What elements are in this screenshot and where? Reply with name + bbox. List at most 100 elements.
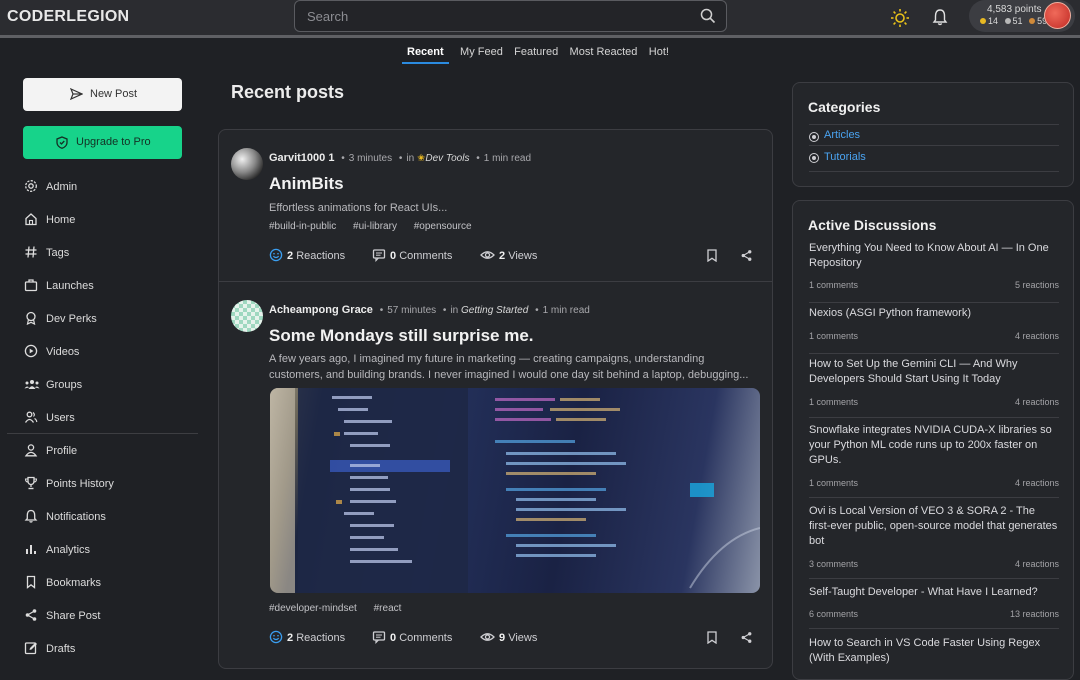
bookmark-icon[interactable] [706, 631, 718, 644]
tag[interactable]: #ui-library [353, 221, 397, 232]
discussion-comments: 6 comments [809, 609, 859, 619]
discussion-reactions: 4 reactions [1014, 331, 1059, 341]
post-meta: Acheampong Grace • 57 minutes • in Getting… [269, 304, 590, 316]
search-input[interactable]: Search [294, 0, 727, 32]
sidebar-item-bookmarks[interactable]: Bookmarks [24, 574, 194, 594]
discussion-title[interactable]: Snowflake integrates NVIDIA CUDA-X libra… [809, 423, 1059, 468]
sidebar-item-points-history[interactable]: Points History [24, 475, 194, 495]
sidebar-label: Analytics [46, 544, 91, 556]
radio-icon [809, 153, 819, 163]
comments-count: 0 [390, 250, 397, 262]
play-circle-icon [24, 344, 38, 358]
sidebar-item-analytics[interactable]: Analytics [24, 541, 194, 561]
bookmark-icon[interactable] [706, 249, 718, 262]
upgrade-pro-button[interactable]: Upgrade to Pro [23, 126, 182, 159]
discussion-item[interactable]: Ovi is Local Version of VEO 3 & SORA 2 -… [809, 504, 1059, 579]
discussion-item[interactable]: How to Search in VS Code Faster Using Re… [809, 636, 1059, 676]
discussion-item[interactable]: Snowflake integrates NVIDIA CUDA-X libra… [809, 423, 1059, 498]
discussion-item[interactable]: Self-Taught Developer - What Have I Lear… [809, 585, 1059, 629]
discussion-comments: 1 comments [809, 478, 859, 488]
reactions-label: Reactions [296, 250, 346, 262]
sidebar-label: Home [46, 214, 76, 226]
discussion-title[interactable]: Nexios (ASGI Python framework) [809, 306, 1059, 321]
category-articles[interactable]: Articles [809, 124, 1059, 146]
sidebar-item-dev-perks[interactable]: Dev Perks [24, 310, 194, 330]
share-icon[interactable] [740, 249, 753, 262]
post-tags: #developer-mindset #react [269, 603, 415, 614]
tab-most-reacted[interactable]: Most Reacted [570, 46, 638, 62]
sidebar-item-users[interactable]: Users [24, 409, 194, 429]
sidebar-label: Dev Perks [46, 313, 97, 325]
bell-icon[interactable] [932, 8, 948, 26]
tab-recent[interactable]: Recent [402, 46, 449, 64]
discussion-item[interactable]: Nexios (ASGI Python framework) 1 comment… [809, 306, 1059, 354]
sidebar-divider [7, 433, 198, 434]
sidebar-item-notifications[interactable]: Notifications [24, 508, 194, 528]
badge-silver: 51 [1012, 16, 1023, 26]
tag[interactable]: #build-in-public [269, 221, 336, 232]
sidebar-item-drafts[interactable]: Drafts [24, 640, 194, 660]
share-icon[interactable] [740, 631, 753, 644]
discussion-title[interactable]: Ovi is Local Version of VEO 3 & SORA 2 -… [809, 504, 1059, 549]
reactions-label: Reactions [296, 632, 346, 644]
discussion-item[interactable]: Everything You Need to Know About AI — I… [809, 241, 1059, 303]
post-meta: Garvit1000 1 • 3 minutes • in ✬Dev Tools •… [269, 152, 532, 164]
logo[interactable]: CODERLEGION [7, 8, 129, 26]
points-label: 4,583 points [987, 4, 1042, 15]
radio-icon [809, 132, 819, 142]
tab-hot[interactable]: Hot! [649, 46, 669, 62]
search-icon[interactable] [700, 8, 716, 24]
sidebar-item-launches[interactable]: Launches [24, 277, 194, 297]
tag[interactable]: #developer-mindset [269, 603, 357, 614]
reactions-button[interactable]: 2 Reactions [269, 630, 345, 644]
comments-button[interactable]: 0 Comments [372, 630, 452, 644]
edit-icon [24, 642, 37, 655]
post-cover-image[interactable] [270, 388, 760, 593]
discussion-item[interactable]: How to Set Up the Gemini CLI — And Why D… [809, 357, 1059, 418]
medal-icon [26, 311, 36, 325]
points-widget[interactable]: 4,583 points 14 51 59 [969, 0, 1075, 32]
views-indicator: 9 Views [480, 630, 537, 644]
new-post-button[interactable]: New Post [23, 78, 182, 111]
tab-featured[interactable]: Featured [514, 46, 558, 62]
sidebar-label: Groups [46, 379, 83, 391]
discussion-title[interactable]: How to Set Up the Gemini CLI — And Why D… [809, 357, 1059, 387]
discussion-comments: 1 comments [809, 397, 859, 407]
discussion-reactions: 5 reactions [1014, 280, 1059, 290]
author-name[interactable]: Acheampong Grace [269, 304, 373, 316]
category-tutorials[interactable]: Tutorials [809, 150, 1059, 172]
tab-my-feed[interactable]: My Feed [460, 46, 503, 62]
sidebar-item-profile[interactable]: Profile [24, 442, 194, 462]
sun-icon[interactable] [890, 8, 910, 28]
views-label: Views [508, 250, 538, 262]
sidebar-label: Bookmarks [46, 577, 102, 589]
sidebar-item-tags[interactable]: Tags [24, 244, 194, 264]
groups-icon [24, 380, 40, 389]
user-avatar[interactable] [1044, 2, 1071, 29]
tag[interactable]: #opensource [414, 221, 472, 232]
sidebar-label: Profile [46, 445, 78, 457]
post-category[interactable]: Getting Started [461, 305, 528, 316]
post-title[interactable]: Some Mondays still surprise me. [269, 326, 534, 346]
discussion-title[interactable]: Everything You Need to Know About AI — I… [809, 241, 1059, 271]
sidebar-item-groups[interactable]: Groups [24, 376, 194, 396]
reactions-button[interactable]: 2 Reactions [269, 248, 345, 262]
upgrade-pro-label: Upgrade to Pro [76, 136, 151, 148]
hash-icon [25, 246, 37, 258]
sidebar-item-admin[interactable]: Admin [24, 178, 194, 198]
sidebar-item-share-post[interactable]: Share Post [24, 607, 194, 627]
comments-button[interactable]: 0 Comments [372, 248, 452, 262]
post-category[interactable]: Dev Tools [425, 153, 469, 164]
discussion-title[interactable]: Self-Taught Developer - What Have I Lear… [809, 585, 1059, 600]
author-avatar[interactable] [231, 148, 263, 180]
tag[interactable]: #react [374, 603, 402, 614]
author-name[interactable]: Garvit1000 1 [269, 152, 334, 164]
categories-panel: Categories Articles Tutorials [792, 82, 1074, 187]
bookmark-icon [26, 575, 36, 589]
new-post-label: New Post [90, 88, 138, 100]
sidebar-item-videos[interactable]: Videos [24, 343, 194, 363]
author-avatar[interactable] [231, 300, 263, 332]
post-title[interactable]: AnimBits [269, 174, 344, 194]
sidebar-item-home[interactable]: Home [24, 211, 194, 231]
user-icon [24, 444, 38, 457]
